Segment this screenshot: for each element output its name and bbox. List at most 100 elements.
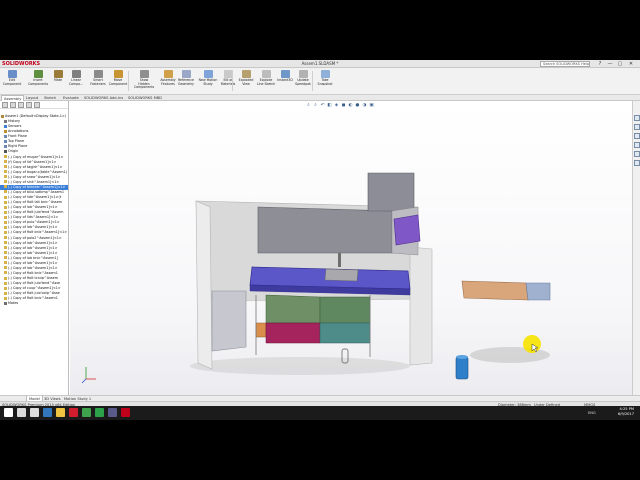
apply-scene-icon[interactable]: ◑ (362, 103, 367, 108)
purple-box (393, 214, 421, 246)
part-icon (4, 236, 7, 239)
search-taskbar-icon[interactable] (17, 408, 26, 417)
minimize-button[interactable]: — (606, 61, 614, 67)
system-tray: ENG (588, 406, 596, 420)
task-view-icon[interactable] (30, 408, 39, 417)
tree-item-label: (-) Copy of lide^Assem1]<1>(t (8, 195, 62, 199)
part-icon (4, 180, 7, 184)
show-hidden-button[interactable]: Show Hidden Components (134, 70, 154, 92)
smart-fasteners-button[interactable]: Smart Fasteners (88, 70, 108, 92)
ribbon-button-label: Move Component (108, 78, 128, 86)
part-icon (4, 256, 7, 260)
edit-component-button[interactable]: Edit Component (2, 70, 22, 92)
resources-icon[interactable] (634, 115, 640, 121)
feature-manager-tab-icon[interactable] (2, 102, 8, 108)
tree-item-label: (-) Copy of pulo^Assem1]<1> (8, 220, 60, 225)
part-icon (4, 225, 7, 229)
clock-date: 6/9/2017 (617, 412, 634, 416)
edit-appearance-icon[interactable]: ● (355, 103, 360, 108)
dimxpert-tab-icon[interactable] (26, 102, 32, 108)
part-icon (4, 210, 7, 214)
part-icon (4, 160, 7, 164)
tree-item-label: (-) Copy of cuup^Assem1]<1> (8, 286, 61, 291)
motion-study-icon (203, 70, 213, 78)
tree-item-label: (-) Copy of polo2^Assem1]<1> (8, 235, 62, 240)
screen: SOLIDWORKS Assem1.SLDASM * Search SOLIDW… (0, 60, 640, 420)
tree-item-label: (-) Copy of fiolt julo'cotp^Asse (8, 291, 60, 296)
camtasia-icon[interactable] (95, 408, 104, 417)
tree-item-label: (-) Copy of fiolt bnic^Assem1 (8, 270, 58, 275)
speedpak-button[interactable]: Update Speedpak (293, 70, 313, 92)
plane-icon (4, 134, 7, 138)
table-top-end (525, 282, 551, 301)
hide-show-icon[interactable]: ◐ (348, 103, 353, 108)
view-palette-icon[interactable] (634, 142, 640, 148)
tree-item[interactable]: Mates (0, 301, 68, 306)
ribbon-button-label: Explode Line Sketch (256, 78, 276, 86)
language-indicator[interactable]: ENG (588, 411, 596, 415)
design-library-icon[interactable] (634, 124, 640, 130)
zoom-to-fit-icon[interactable]: ⌕ (306, 103, 311, 108)
edit-component-icon (7, 70, 17, 78)
tree-item-label: (-) Copy of fiolt julo'tend^Assem (8, 210, 64, 215)
close-button[interactable]: ✕ (627, 61, 635, 67)
view-orientation-icon[interactable]: ◈ (334, 103, 339, 108)
solidworks-icon[interactable] (121, 408, 130, 417)
plane-icon (4, 139, 7, 143)
instant3d-icon (280, 70, 290, 78)
snapshot-button[interactable]: Take Snapshot (315, 70, 335, 92)
linear-pattern-button[interactable]: Linear Compo... (66, 70, 86, 92)
help-icon[interactable]: ? (596, 61, 604, 67)
motion-study-button[interactable]: New Motion Study (198, 70, 218, 92)
ribbon-button-label: Linear Compo... (68, 78, 84, 86)
appearances-icon[interactable] (634, 151, 640, 157)
custom-properties-icon[interactable] (634, 160, 640, 166)
graphics-area[interactable]: ⌕ ⌕ ↶ ◧ ◈ ◼ ◐ ● ◑ ▣ (70, 101, 632, 395)
display-style-icon[interactable]: ◼ (341, 103, 346, 108)
mate-button[interactable]: Mate (48, 70, 68, 92)
mate-icon (53, 70, 63, 78)
ribbon-button-label: Edit Component (2, 78, 22, 86)
instant3d-button[interactable]: Instant3D (275, 70, 295, 92)
chrome-icon[interactable] (82, 408, 91, 417)
explorer-icon[interactable] (56, 408, 65, 417)
previous-view-icon[interactable]: ↶ (320, 103, 325, 108)
help-search-input[interactable]: Search SOLIDWORKS Help (540, 61, 590, 67)
part-icon (4, 175, 7, 179)
model-viewport[interactable] (70, 101, 632, 395)
drawer-green-right (319, 296, 371, 324)
opera-icon[interactable] (69, 408, 78, 417)
property-manager-tab-icon[interactable] (10, 102, 16, 108)
file-explorer-icon[interactable] (634, 133, 640, 139)
edge-icon[interactable] (43, 408, 52, 417)
clock[interactable]: 4:25 PM 6/9/2017 (618, 407, 634, 417)
tree-item-label: (-) Copy of lob^Assem1]<1> (8, 205, 58, 210)
maximize-button[interactable]: ▢ (616, 61, 624, 67)
part-icon (4, 165, 7, 169)
zoom-area-icon[interactable]: ⌕ (313, 103, 318, 108)
bom-button[interactable]: Bill of Materials (218, 70, 238, 92)
section-view-icon[interactable]: ◧ (327, 103, 332, 108)
insert-components-button[interactable]: Insert Components (28, 70, 48, 92)
configuration-manager-tab-icon[interactable] (18, 102, 24, 108)
start-icon[interactable] (4, 408, 13, 417)
part-icon (4, 190, 7, 194)
assembly-features-button[interactable]: Assembly Features (158, 70, 178, 92)
ribbon-button-label: Mate (54, 78, 62, 82)
explode-line-button[interactable]: Explode Line Sketch (256, 70, 276, 92)
move-component-button[interactable]: Move Component (108, 70, 128, 92)
part-icon (4, 291, 7, 295)
tree-item-label: (-) Copy of sink^Assem1]<1> (8, 179, 60, 184)
exploded-view-button[interactable]: Exploded View (236, 70, 256, 92)
display-manager-tab-icon[interactable] (34, 102, 40, 108)
reference-geometry-button[interactable]: Reference Geometry (176, 70, 196, 92)
view-settings-icon[interactable]: ▣ (369, 103, 374, 108)
floor-shadow (190, 357, 410, 375)
part-icon (4, 266, 7, 270)
app-icon[interactable] (108, 408, 117, 417)
tree-item-label: (-) Copy of lids^Assem1]<1> (8, 215, 59, 220)
part-icon (4, 286, 7, 290)
feature-manager-tree: Assem1 (Default<Display State-1>) History… (0, 101, 69, 395)
drawer-magenta (265, 322, 321, 344)
show-hidden-icon (139, 70, 149, 78)
